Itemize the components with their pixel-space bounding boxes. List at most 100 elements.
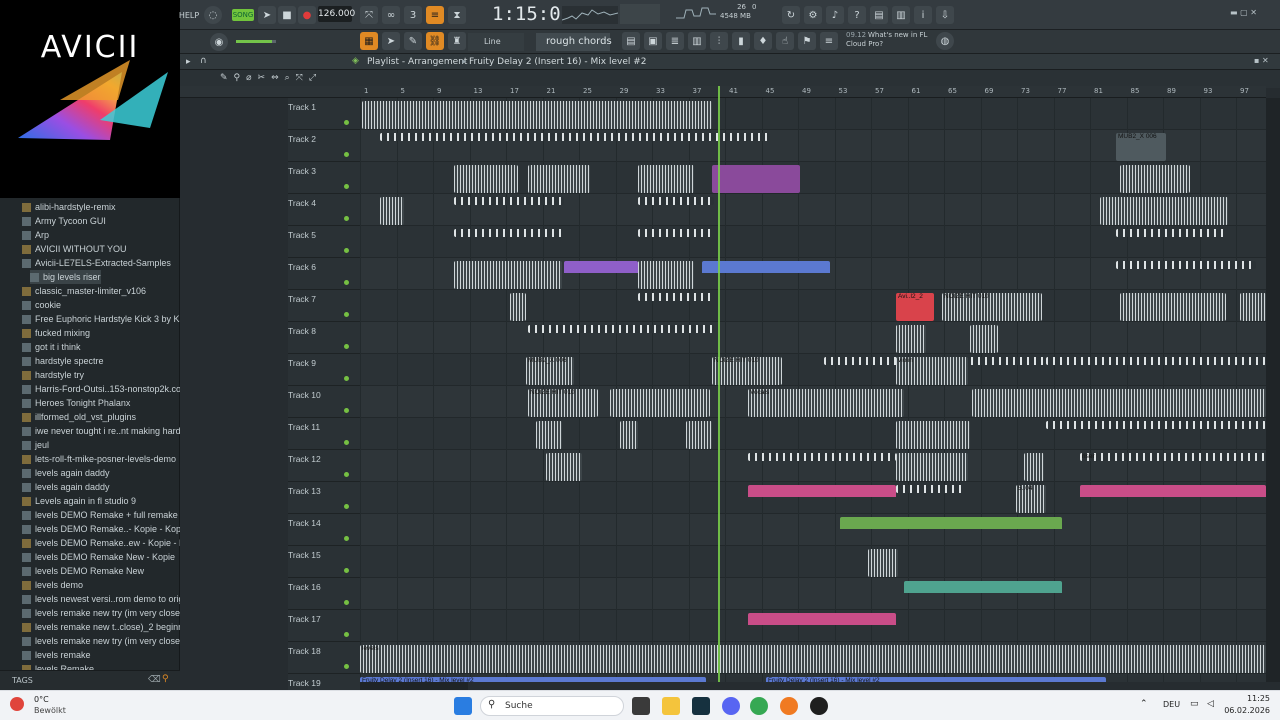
- media-app-icon[interactable]: [810, 697, 828, 715]
- arrangement-clip[interactable]: MUB2_X 006: [526, 357, 574, 385]
- arrangement-clip[interactable]: [748, 453, 896, 461]
- save-icon[interactable]: ▤: [870, 6, 888, 24]
- touch-icon[interactable]: ☝: [776, 32, 794, 50]
- browser-item[interactable]: levels again daddy: [22, 480, 110, 494]
- volume-icon[interactable]: ◁: [1207, 699, 1214, 709]
- discord-icon[interactable]: [722, 697, 740, 715]
- arrangement-clip[interactable]: Vocals: [748, 389, 904, 417]
- playhead[interactable]: [718, 86, 720, 682]
- metronome-icon[interactable]: ◌: [204, 6, 222, 24]
- clock-date[interactable]: 06.02.2026: [1222, 706, 1270, 715]
- track-header[interactable]: Track 16: [288, 578, 360, 610]
- arrangement-clip[interactable]: [454, 165, 518, 193]
- arrangement-clip[interactable]: Nexus - mstCut #2: [748, 613, 896, 641]
- wave-toggle-icon[interactable]: ≡: [426, 6, 444, 24]
- arrangement-clip[interactable]: [454, 197, 564, 205]
- browser-item[interactable]: Arp: [22, 228, 49, 242]
- arrangement-clip[interactable]: [546, 453, 582, 481]
- track-mute-led[interactable]: [344, 184, 349, 189]
- stop-button[interactable]: ■: [278, 6, 296, 24]
- arrangement-clip[interactable]: [712, 165, 800, 193]
- track-header[interactable]: Track 1: [288, 98, 360, 130]
- tray-chevron-icon[interactable]: ⌃: [1140, 699, 1148, 709]
- arrangement-clip[interactable]: [380, 197, 404, 225]
- arrangement-clip[interactable]: [1046, 357, 1266, 365]
- arrangement-clip[interactable]: [536, 421, 562, 449]
- playlist-window-controls[interactable]: ▪ ✕: [1254, 56, 1269, 65]
- track-header[interactable]: Track 7: [288, 290, 360, 322]
- track-header[interactable]: Track 17: [288, 610, 360, 642]
- track-header[interactable]: Track 12: [288, 450, 360, 482]
- task-view-icon[interactable]: [632, 697, 650, 715]
- arrangement-clip[interactable]: [638, 261, 694, 289]
- undo-icon[interactable]: ↻: [782, 6, 800, 24]
- master-volume-knob[interactable]: ◉: [210, 33, 228, 51]
- track-header[interactable]: Track 14: [288, 514, 360, 546]
- arrangement-clip[interactable]: [638, 229, 714, 237]
- track-mute-led[interactable]: [344, 408, 349, 413]
- track-mute-led[interactable]: [344, 248, 349, 253]
- arrangement-clip[interactable]: [686, 421, 712, 449]
- arrangement-clip[interactable]: [1024, 453, 1044, 481]
- arrangement-clip[interactable]: [638, 165, 694, 193]
- browser-item[interactable]: levels DEMO Remake..- Kopie - Kopie (3): [22, 522, 202, 536]
- arrangement-clip[interactable]: [1120, 293, 1226, 321]
- track-mute-led[interactable]: [344, 120, 349, 125]
- browser-item[interactable]: Free Euphoric Hardstyle Kick 3 by K3nto: [22, 312, 197, 326]
- playlist-tool-icon[interactable]: ▦: [360, 32, 378, 50]
- song-mode-toggle[interactable]: SONG: [232, 9, 254, 21]
- track-header[interactable]: Track 13: [288, 482, 360, 514]
- arrangement-clip[interactable]: [1100, 197, 1228, 225]
- browser-item[interactable]: lets-roll-ft-mike-posner-levels-demo: [22, 452, 176, 466]
- arrangement-clip[interactable]: NOIZE HIT 010: [942, 293, 1042, 321]
- browser-item[interactable]: hardstyle spectre: [22, 354, 104, 368]
- vertical-scrollbar[interactable]: [1266, 98, 1280, 682]
- browser-item[interactable]: got it i think: [22, 340, 81, 354]
- track-header[interactable]: Track 8: [288, 322, 360, 354]
- arrow-right-icon[interactable]: ▸: [186, 57, 191, 67]
- browser-item[interactable]: levels DEMO Remake New - Kopie: [22, 550, 175, 564]
- arrangement-clip[interactable]: [1240, 293, 1266, 321]
- help-menu[interactable]: HELP: [179, 5, 199, 25]
- file-explorer-icon[interactable]: [662, 697, 680, 715]
- arrangement-clip[interactable]: Avi..l2_2: [896, 293, 934, 321]
- arrangement-clip[interactable]: [638, 293, 714, 301]
- arrangement-clip[interactable]: Filter - I..f frequency: [564, 261, 638, 289]
- track-header[interactable]: Track 2: [288, 130, 360, 162]
- windows-start-icon[interactable]: [454, 697, 472, 715]
- arrangement-clip[interactable]: Blue #2 - Filter A Frequency: [840, 517, 1062, 545]
- cloud-icon[interactable]: ◍: [936, 32, 954, 50]
- track-header[interactable]: Track 11: [288, 418, 360, 450]
- arrangement-clip[interactable]: NOIZE HIT 010: [528, 389, 598, 417]
- arrangement-clip[interactable]: MUB2_X 006: [1116, 133, 1166, 161]
- arrangement-clip[interactable]: [610, 389, 710, 417]
- toolbar-list-icon[interactable]: ≡: [820, 32, 838, 50]
- browser-item[interactable]: levels DEMO Remake New: [22, 564, 144, 578]
- arrangement-clip[interactable]: [1046, 421, 1266, 429]
- arrangement-clip[interactable]: [896, 485, 966, 493]
- playlist-grid[interactable]: MUB2_X 006 Filter - I..f frequency Fruity …: [360, 98, 1266, 682]
- magnet-icon[interactable]: ∩: [200, 56, 207, 66]
- taskbar-search[interactable]: Suche: [480, 696, 624, 716]
- track-mute-led[interactable]: [344, 472, 349, 477]
- arrangement-clip[interactable]: [1116, 261, 1256, 269]
- browser-item[interactable]: alibi-hardstyle-remix: [22, 200, 116, 214]
- browser-item[interactable]: AVICII WITHOUT YOU: [22, 242, 127, 256]
- channel-view-icon[interactable]: ▥: [688, 32, 706, 50]
- arrangement-clip[interactable]: [528, 325, 714, 333]
- mixer-view-icon[interactable]: ≣: [666, 32, 684, 50]
- script-icon[interactable]: ⚑: [798, 32, 816, 50]
- record-button[interactable]: ●: [298, 6, 316, 24]
- browser-item[interactable]: levels remake new try (im very close): [22, 606, 183, 620]
- track-header[interactable]: Track 18: [288, 642, 360, 674]
- browser-item[interactable]: Heroes Tonight Phalanx: [22, 396, 130, 410]
- arrangement-clip[interactable]: [620, 421, 638, 449]
- arrangement-clip[interactable]: levels: [360, 645, 1266, 673]
- arrangement-clip[interactable]: NOIZE HIT 010: [712, 357, 782, 385]
- browser-item[interactable]: illformed_old_vst_plugins: [22, 410, 136, 424]
- arrangement-clip[interactable]: [510, 293, 526, 321]
- tags-label[interactable]: TAGS: [12, 676, 33, 685]
- arrangement-clip[interactable]: [454, 229, 564, 237]
- arrangement-clip[interactable]: [868, 549, 898, 577]
- arrangement-clip[interactable]: Nexus - mstCut: [748, 485, 896, 513]
